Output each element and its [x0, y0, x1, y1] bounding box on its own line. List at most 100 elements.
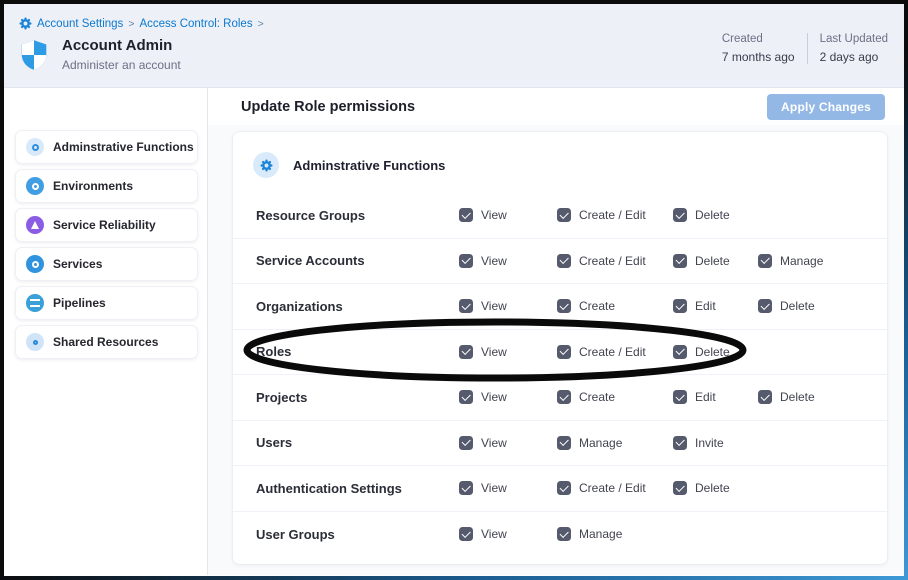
permission-cell: View [459, 527, 557, 541]
permission-label: Invite [695, 436, 724, 450]
permission-label: Create / Edit [579, 208, 646, 222]
permission-checkbox-authentication-settings-create-edit[interactable] [557, 481, 571, 495]
table-row-users: Users View Manage Invite [233, 421, 887, 467]
resource-row-label: Service Accounts [256, 253, 459, 268]
sidebar-item-label: Shared Resources [53, 335, 158, 349]
permission-checkbox-organizations-edit[interactable] [673, 299, 687, 313]
service-reliability-icon [26, 216, 44, 234]
breadcrumb-separator: > [258, 18, 264, 30]
permission-checkbox-service-accounts-view[interactable] [459, 254, 473, 268]
section-header: Adminstrative Functions [233, 149, 887, 193]
permission-label: View [481, 390, 507, 404]
resource-row-label: Projects [256, 390, 459, 405]
permission-cell: Create / Edit [557, 208, 673, 222]
sidebar-item-shared-resources[interactable]: Shared Resources [15, 325, 198, 359]
permission-checkbox-resource-groups-view[interactable] [459, 208, 473, 222]
permission-checkbox-organizations-delete[interactable] [758, 299, 772, 313]
app-window: Account Settings > Access Control: Roles… [4, 4, 904, 576]
page-header: Account Settings > Access Control: Roles… [4, 4, 904, 88]
permission-label: Delete [695, 254, 730, 268]
section-title: Adminstrative Functions [293, 158, 445, 173]
last-updated-label: Last Updated [820, 33, 888, 45]
permission-cell: View [459, 390, 557, 404]
sidebar-item-services[interactable]: Services [15, 247, 198, 281]
permission-label: Delete [695, 208, 730, 222]
permission-checkbox-projects-edit[interactable] [673, 390, 687, 404]
sidebar-item-environments[interactable]: Environments [15, 169, 198, 203]
permission-checkbox-users-manage[interactable] [557, 436, 571, 450]
permission-cell: Manage [557, 436, 673, 450]
sidebar-item-service-reliability[interactable]: Service Reliability [15, 208, 198, 242]
permission-label: View [481, 299, 507, 313]
permission-checkbox-user-groups-manage[interactable] [557, 527, 571, 541]
permission-checkbox-authentication-settings-view[interactable] [459, 481, 473, 495]
permission-checkbox-roles-create-edit[interactable] [557, 345, 571, 359]
apply-changes-button[interactable]: Apply Changes [767, 94, 885, 120]
permission-checkbox-roles-view[interactable] [459, 345, 473, 359]
permission-label: Create / Edit [579, 345, 646, 359]
main-panel: Update Role permissions Apply Changes [208, 88, 904, 575]
permission-cell: Create / Edit [557, 254, 673, 268]
breadcrumb: Account Settings > Access Control: Roles… [4, 4, 904, 30]
permission-cell: Edit [673, 299, 758, 313]
permission-label: View [481, 208, 507, 222]
permission-checkbox-authentication-settings-delete[interactable] [673, 481, 687, 495]
sidebar-item-label: Adminstrative Functions [53, 140, 194, 154]
sidebar-item-pipelines[interactable]: Pipelines [15, 286, 198, 320]
permission-checkbox-user-groups-view[interactable] [459, 527, 473, 541]
permission-label: Delete [695, 481, 730, 495]
screenshot-frame: Account Settings > Access Control: Roles… [0, 0, 908, 580]
role-meta: Created 7 months ago Last Updated 2 days… [722, 33, 888, 64]
permission-cell: Manage [557, 527, 673, 541]
permission-checkbox-resource-groups-create-edit[interactable] [557, 208, 571, 222]
permission-checkbox-service-accounts-manage[interactable] [758, 254, 772, 268]
shared-resources-icon [26, 333, 44, 351]
permission-label: Create / Edit [579, 254, 646, 268]
admin-functions-icon [26, 138, 44, 156]
permission-cell: View [459, 436, 557, 450]
permission-checkbox-roles-delete[interactable] [673, 345, 687, 359]
permissions-toolbar: Update Role permissions Apply Changes [208, 88, 904, 125]
gear-icon [253, 152, 279, 178]
permission-checkbox-resource-groups-delete[interactable] [673, 208, 687, 222]
permission-checkbox-projects-create[interactable] [557, 390, 571, 404]
permission-cell: Delete [673, 208, 758, 222]
sidebar-item-adminstrative-functions[interactable]: Adminstrative Functions [15, 130, 198, 164]
permission-checkbox-users-view[interactable] [459, 436, 473, 450]
table-row-service-accounts: Service Accounts View Create / Edit Dele… [233, 239, 887, 285]
permission-checkbox-service-accounts-create-edit[interactable] [557, 254, 571, 268]
permission-checkbox-users-invite[interactable] [673, 436, 687, 450]
breadcrumb-link-access-control-roles[interactable]: Access Control: Roles [139, 18, 252, 30]
role-title-block: Account Admin Administer an account [62, 37, 181, 72]
resource-row-label: Roles [256, 344, 459, 359]
page-subtitle: Administer an account [62, 58, 181, 72]
breadcrumb-link-account-settings[interactable]: Account Settings [37, 18, 123, 30]
permission-checkbox-projects-delete[interactable] [758, 390, 772, 404]
permission-checkbox-organizations-create[interactable] [557, 299, 571, 313]
pipelines-icon [26, 294, 44, 312]
permission-label: Manage [579, 527, 622, 541]
page-body: Adminstrative Functions Environments Ser… [4, 88, 904, 575]
permission-label: Delete [780, 299, 815, 313]
permission-cell: View [459, 254, 557, 268]
permission-cell: View [459, 481, 557, 495]
permission-label: Manage [579, 436, 622, 450]
permission-cell: Create [557, 299, 673, 313]
permissions-card: Adminstrative Functions Resource Groups … [232, 131, 888, 565]
permission-cell: View [459, 299, 557, 313]
permission-checkbox-service-accounts-delete[interactable] [673, 254, 687, 268]
permission-cell: View [459, 208, 557, 222]
permission-cell: Create / Edit [557, 345, 673, 359]
sidebar-item-label: Environments [53, 179, 133, 193]
permission-label: Create [579, 299, 615, 313]
permission-label: View [481, 345, 507, 359]
permissions-rows: Resource Groups View Create / Edit Delet… [233, 193, 887, 557]
resource-row-label: Resource Groups [256, 208, 459, 223]
table-row-user-groups: User Groups View Manage [233, 512, 887, 558]
permission-checkbox-organizations-view[interactable] [459, 299, 473, 313]
permission-checkbox-projects-view[interactable] [459, 390, 473, 404]
permission-label: View [481, 481, 507, 495]
created-value: 7 months ago [722, 50, 795, 64]
permission-label: Edit [695, 390, 716, 404]
page-title: Account Admin [62, 37, 181, 54]
